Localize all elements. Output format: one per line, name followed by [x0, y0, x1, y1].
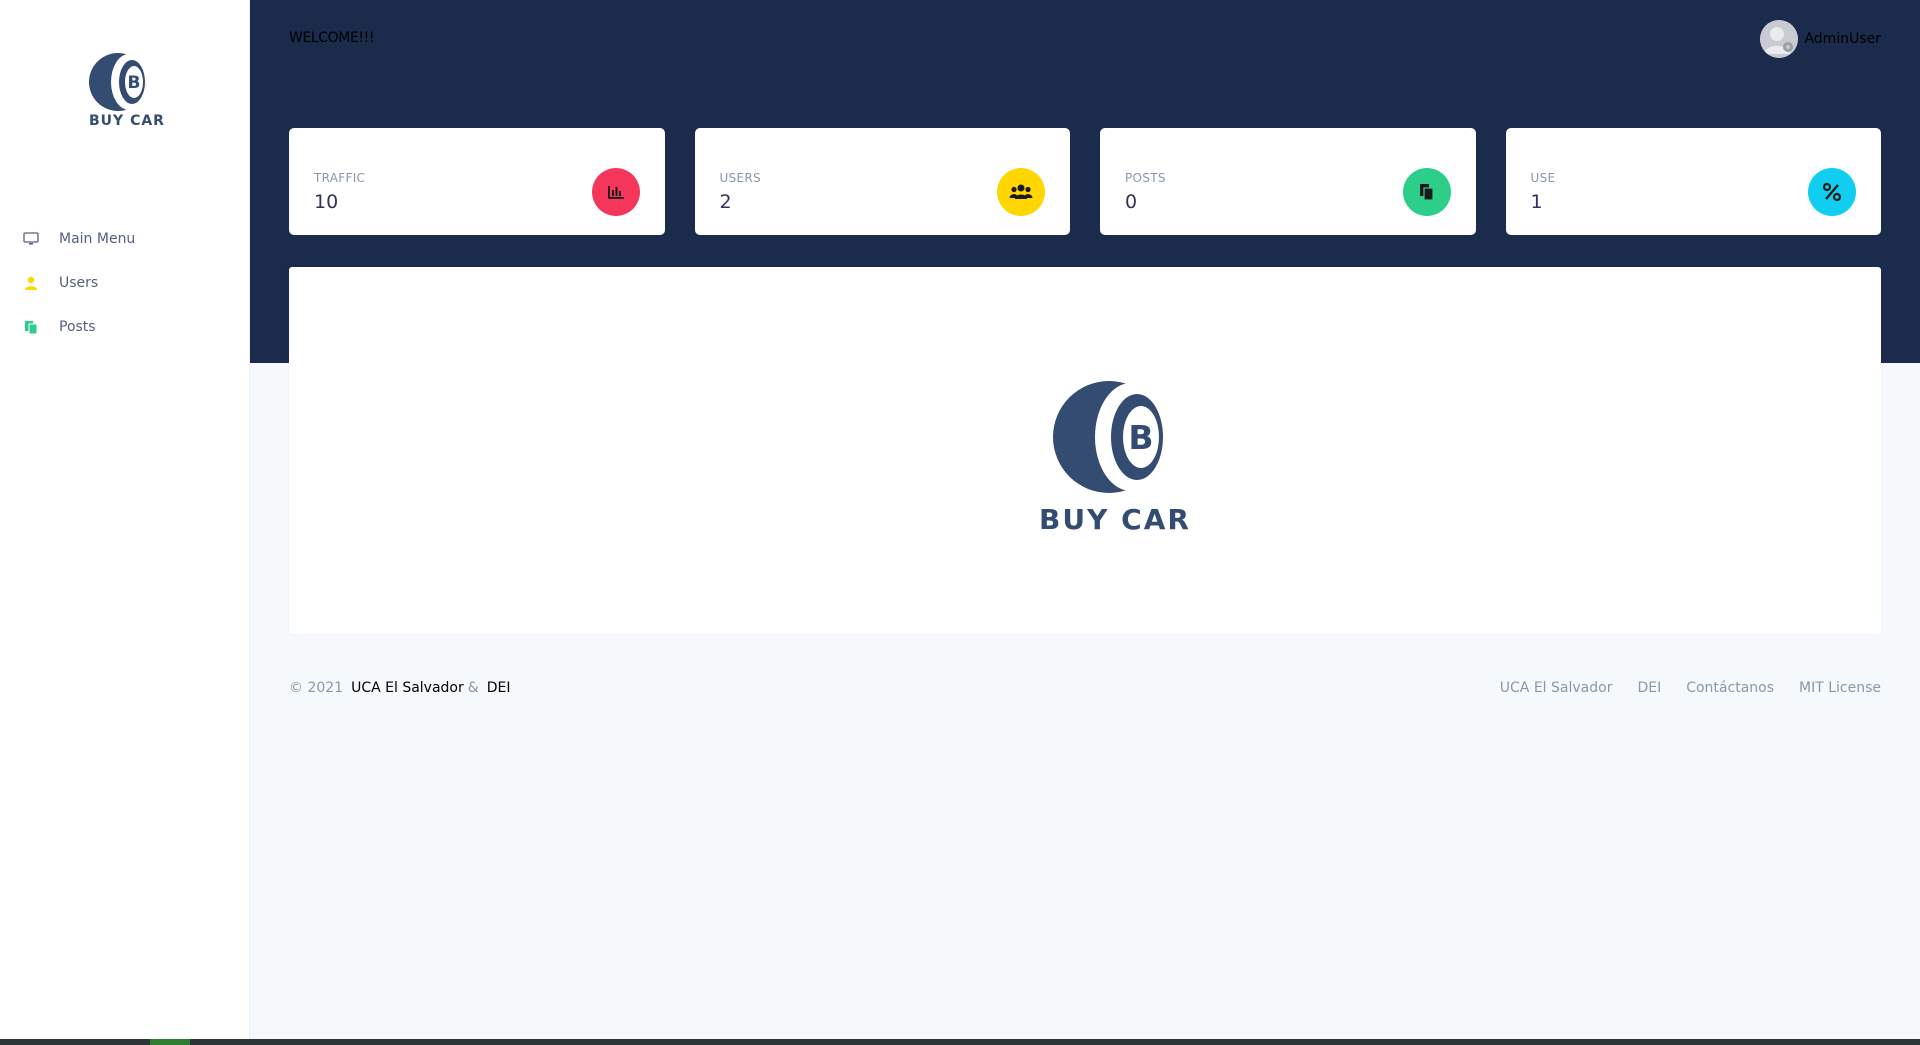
percent-icon: [1808, 168, 1856, 216]
logo-text: BUY CAR: [1039, 503, 1191, 534]
footer-copyright: © 2021 UCA El Salvador & DEI: [289, 680, 510, 696]
card-title: TRAFFIC: [314, 171, 366, 185]
buy-car-logo-large: B BUY CAR: [1039, 381, 1191, 534]
chart-bar-icon: [591, 168, 640, 216]
footer-link-uca[interactable]: UCA El Salvador: [1500, 680, 1613, 696]
card-title: USE: [1530, 171, 1556, 185]
username: AdminUser: [1804, 31, 1881, 47]
sidebar-item-posts[interactable]: Posts: [0, 305, 250, 349]
stat-cards: TRAFFIC 10 USERS 2 POSTS 0 USE 1: [289, 128, 1881, 235]
copyright-text: © 2021: [289, 680, 344, 696]
footer-dept-link[interactable]: DEI: [487, 680, 511, 696]
sidebar-item-label: Users: [59, 275, 99, 291]
card-title: USERS: [719, 171, 761, 185]
logo-letter: B: [128, 73, 141, 93]
card-traffic: TRAFFIC 10: [289, 128, 665, 235]
card-title: POSTS: [1125, 171, 1166, 185]
footer-nav: UCA El Salvador DEI Contáctanos MIT Lice…: [1500, 680, 1881, 696]
buy-car-logo[interactable]: B BUY CAR: [72, 50, 182, 130]
footer-link-license[interactable]: MIT License: [1799, 680, 1881, 696]
sidebar-item-label: Posts: [59, 319, 96, 335]
main-panel: B BUY CAR: [289, 267, 1881, 634]
card-value: 1: [1530, 191, 1543, 213]
user-icon: [22, 274, 40, 292]
card-use: USE 1: [1505, 128, 1881, 235]
monitor-icon: [22, 230, 40, 248]
card-value: 10: [314, 191, 339, 213]
footer-link-dei[interactable]: DEI: [1637, 680, 1661, 696]
sidebar-item-users[interactable]: Users: [0, 261, 250, 305]
taskbar-strip: [0, 1039, 1920, 1045]
copy-icon: [1402, 168, 1451, 216]
avatar: [1760, 20, 1799, 58]
taskbar-accent: [150, 1039, 190, 1045]
footer-amp: &: [467, 680, 479, 696]
copy-icon: [22, 318, 40, 336]
card-users: USERS 2: [694, 128, 1070, 235]
user-menu[interactable]: AdminUser: [1760, 20, 1881, 58]
sidebar-item-label: Main Menu: [59, 231, 136, 247]
sidebar: B BUY CAR Main Menu Users Posts: [0, 0, 250, 1045]
users-icon: [997, 168, 1045, 216]
sidebar-nav: Main Menu Users Posts: [0, 217, 250, 349]
footer-org-link[interactable]: UCA El Salvador: [351, 680, 464, 696]
logo-letter: B: [1128, 418, 1153, 457]
welcome-text: WELCOME!!!: [289, 30, 375, 46]
sidebar-item-main-menu[interactable]: Main Menu: [0, 217, 250, 261]
footer-link-contact[interactable]: Contáctanos: [1686, 680, 1774, 696]
card-posts: POSTS 0: [1100, 128, 1476, 235]
card-value: 2: [719, 191, 732, 213]
logo-text: BUY CAR: [89, 113, 165, 129]
card-value: 0: [1125, 191, 1138, 213]
